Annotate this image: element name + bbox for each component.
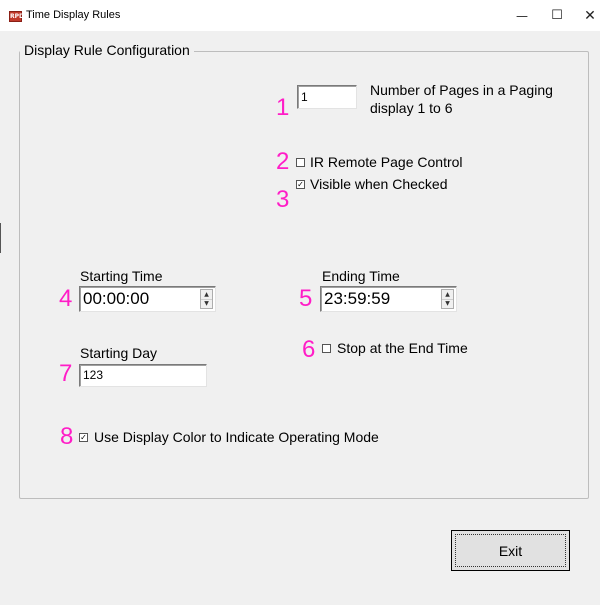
marker-5: 5 — [299, 285, 313, 312]
minimize-button[interactable]: — — [502, 0, 542, 31]
pages-label-line1: Number of Pages in a Paging — [370, 82, 553, 98]
ir-remote-label: IR Remote Page Control — [310, 154, 463, 170]
window-edge-divider — [0, 223, 1, 253]
exit-button-label: Exit — [498, 542, 523, 559]
visible-label: Visible when Checked — [310, 176, 448, 192]
starting-day-input[interactable]: 123 — [79, 364, 207, 387]
display-color-checkbox[interactable]: ✓ — [79, 433, 88, 442]
ending-time-input[interactable]: 23:59:59 ▲ ▼ — [320, 286, 457, 312]
close-button[interactable]: ✕ — [570, 0, 600, 31]
starting-day-label: Starting Day — [80, 345, 158, 361]
spin-down-icon[interactable]: ▼ — [442, 299, 453, 308]
exit-button[interactable]: Exit — [451, 530, 570, 571]
starting-time-spinner[interactable]: ▲ ▼ — [200, 289, 213, 309]
pages-label-line2: display 1 to 6 — [370, 100, 453, 116]
ending-time-label: Ending Time — [322, 268, 400, 284]
marker-4: 4 — [59, 285, 73, 312]
starting-time-input[interactable]: 00:00:00 ▲ ▼ — [79, 286, 216, 312]
title-bar: RPD Time Display Rules — ☐ ✕ — [0, 0, 600, 31]
pages-input[interactable]: 1 — [297, 85, 357, 109]
marker-3: 3 — [276, 186, 290, 213]
starting-time-value: 00:00:00 — [83, 289, 150, 308]
ir-remote-checkbox[interactable] — [296, 158, 305, 167]
starting-time-label: Starting Time — [80, 268, 163, 284]
spin-down-icon[interactable]: ▼ — [201, 299, 212, 308]
display-color-label: Use Display Color to Indicate Operating … — [94, 429, 379, 445]
marker-8: 8 — [60, 423, 74, 450]
marker-1: 1 — [276, 94, 290, 121]
marker-7: 7 — [59, 360, 73, 387]
stop-end-label: Stop at the End Time — [337, 340, 468, 356]
stop-end-checkbox[interactable] — [322, 344, 331, 353]
ending-time-value: 23:59:59 — [324, 289, 391, 308]
marker-2: 2 — [276, 148, 290, 175]
group-legend: Display Rule Configuration — [20, 42, 194, 58]
ending-time-spinner[interactable]: ▲ ▼ — [441, 289, 454, 309]
visible-checkbox[interactable]: ✓ — [296, 180, 305, 189]
marker-6: 6 — [302, 336, 316, 363]
window-title: Time Display Rules — [26, 9, 121, 21]
app-icon: RPD — [9, 11, 24, 22]
